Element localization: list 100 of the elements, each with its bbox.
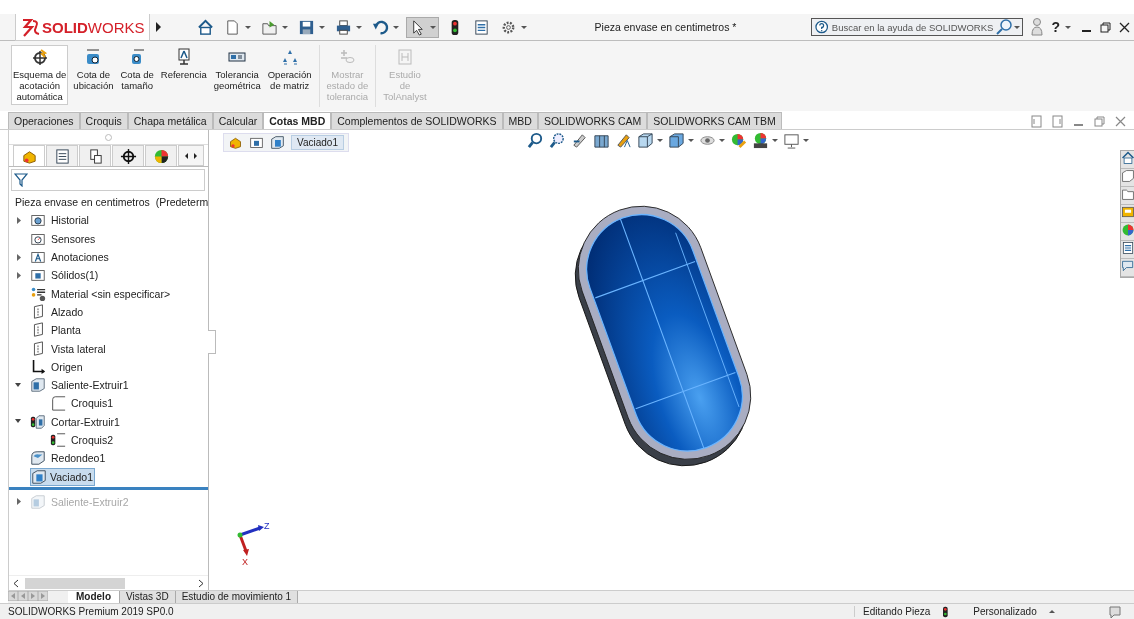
- dropdown-caret-icon[interactable]: [803, 139, 809, 142]
- panel-tab[interactable]: [79, 145, 111, 166]
- user-icon[interactable]: [1031, 18, 1044, 36]
- search-icon[interactable]: [996, 19, 1013, 35]
- ribbon-button[interactable]: Esquema de acotación automática: [11, 45, 69, 105]
- dropdown-caret-icon[interactable]: [772, 139, 778, 142]
- panel-tab[interactable]: [145, 145, 177, 166]
- task-pane-tab[interactable]: [1121, 223, 1134, 241]
- model-tab[interactable]: Estudio de movimiento 1: [175, 591, 299, 603]
- tile-left-icon[interactable]: [1031, 115, 1042, 128]
- model-tab[interactable]: Vistas 3D: [120, 591, 176, 603]
- task-pane-tab[interactable]: [1121, 169, 1134, 187]
- scene-icon[interactable]: [752, 132, 769, 149]
- panel-handle[interactable]: [208, 330, 216, 354]
- scroll-right-icon[interactable]: [198, 578, 204, 588]
- dropdown-caret-icon[interactable]: [355, 25, 362, 29]
- tile-right-icon[interactable]: [1052, 115, 1063, 128]
- restore-icon[interactable]: [1100, 21, 1111, 33]
- filter-field[interactable]: [11, 169, 205, 191]
- rollback-bar[interactable]: [9, 486, 208, 490]
- panel-tab[interactable]: [112, 145, 144, 166]
- task-pane-tab[interactable]: [1121, 241, 1134, 259]
- cube-icon[interactable]: [668, 132, 685, 149]
- dimension-tool-icon: [280, 48, 299, 66]
- task-pane-tab[interactable]: [1121, 205, 1134, 223]
- tree-item[interactable]: Origen: [50, 359, 84, 374]
- expand-arrow-icon[interactable]: [15, 253, 22, 261]
- dimension-tool-icon: [395, 48, 414, 66]
- zoom-icon[interactable]: [527, 132, 544, 149]
- command-tab[interactable]: MBD: [502, 112, 538, 129]
- breadcrumb-bar[interactable]: Vaciado1: [223, 133, 349, 152]
- command-tab[interactable]: Calcular: [212, 112, 264, 129]
- command-tab[interactable]: Operaciones: [8, 112, 80, 129]
- scroll-left-icon[interactable]: [13, 578, 19, 588]
- tree-item[interactable]: Alzado: [50, 304, 85, 319]
- task-pane-tab[interactable]: [1121, 259, 1134, 277]
- chat-icon[interactable]: [1109, 605, 1121, 618]
- ribbon-button[interactable]: Referencia: [158, 45, 209, 83]
- dropdown-caret-icon[interactable]: [392, 25, 399, 29]
- command-tab[interactable]: Complementos de SOLIDWORKS: [331, 112, 503, 129]
- toolbar-button[interactable]: [405, 16, 439, 38]
- dropdown-caret-icon[interactable]: [657, 139, 663, 142]
- close-icon[interactable]: [1119, 21, 1130, 33]
- tree-item[interactable]: Cortar-Extruir1: [50, 414, 121, 429]
- scrollbar-thumb[interactable]: [25, 577, 125, 589]
- cube-icon[interactable]: [637, 132, 654, 149]
- dropdown-caret-icon[interactable]: [1065, 25, 1071, 29]
- expand-arrow-icon[interactable]: [15, 271, 22, 279]
- dropdown-caret-icon[interactable]: [318, 25, 325, 29]
- ribbon-button[interactable]: Operación de matriz: [265, 45, 314, 94]
- axis-label: X: [242, 557, 248, 567]
- command-tab[interactable]: Chapa metálica: [127, 112, 213, 129]
- tree-item[interactable]: Saliente-Extruir1: [50, 378, 130, 393]
- tree-item[interactable]: Redondeo1: [50, 451, 107, 466]
- filter-icon[interactable]: [14, 173, 28, 187]
- tab-scroll-button[interactable]: [178, 145, 204, 166]
- previous-view-icon[interactable]: [571, 132, 588, 149]
- command-tab[interactable]: Cotas MBD: [263, 112, 332, 129]
- breadcrumb-item[interactable]: Vaciado1: [291, 135, 344, 150]
- tree-item[interactable]: Sensores: [50, 231, 97, 246]
- tree-item[interactable]: Croquis2: [70, 433, 115, 447]
- zoom-area-icon[interactable]: [549, 132, 566, 149]
- color-wheel-icon[interactable]: [730, 132, 747, 149]
- ribbon-button[interactable]: Cota de tamaño: [118, 45, 156, 94]
- search-field[interactable]: Buscar en la ayuda de SOLIDWORKS: [811, 18, 1024, 36]
- status-text: Editando Pieza: [854, 606, 937, 617]
- solidworks-logo[interactable]: SOLIDWORKS: [15, 14, 150, 41]
- tree-item[interactable]: Sólidos(1): [50, 268, 100, 283]
- model-tab[interactable]: Modelo: [68, 591, 120, 603]
- command-tab[interactable]: Croquis: [79, 112, 128, 129]
- dropdown-caret-icon[interactable]: [429, 25, 436, 29]
- tree-item[interactable]: Croquis1: [70, 396, 115, 411]
- tree-item[interactable]: Anotaciones: [50, 250, 110, 265]
- dropdown-caret-icon[interactable]: [688, 139, 694, 142]
- section-view-icon[interactable]: [593, 132, 610, 149]
- tree-item[interactable]: Vista lateral: [50, 341, 107, 356]
- command-tab[interactable]: SOLIDWORKS CAM TBM: [647, 112, 782, 129]
- dropdown-caret-icon[interactable]: [1014, 25, 1021, 29]
- dropdown-caret-icon[interactable]: [244, 25, 251, 29]
- tree-item[interactable]: Material <sin especificar>: [50, 286, 172, 301]
- dropdown-caret-icon[interactable]: [719, 139, 725, 142]
- pencil-icon[interactable]: [615, 132, 632, 149]
- monitor-icon[interactable]: [783, 132, 800, 149]
- task-pane-tab[interactable]: [1121, 151, 1134, 169]
- expand-arrow-icon[interactable]: [15, 216, 22, 224]
- tree-item[interactable]: Planta: [50, 323, 82, 338]
- task-pane-tab[interactable]: [1121, 187, 1134, 205]
- document-title: Pieza envase en centimetros *: [593, 21, 738, 33]
- up-caret-icon[interactable]: [1049, 609, 1055, 614]
- tree-item[interactable]: Pieza envase en centimetros (Predeterm: [14, 195, 208, 210]
- expand-menu-icon[interactable]: [155, 22, 162, 32]
- unit-system-button[interactable]: Personalizado: [969, 606, 1041, 617]
- dropdown-caret-icon[interactable]: [281, 25, 288, 29]
- help-menu-button[interactable]: ?: [1051, 19, 1071, 35]
- ribbon-button[interactable]: Tolerancia geométrica: [211, 45, 263, 94]
- collapse-arrow-icon[interactable]: [15, 381, 22, 389]
- dropdown-caret-icon[interactable]: [520, 25, 527, 29]
- ribbon-button[interactable]: Cota de ubicación: [71, 45, 116, 94]
- command-tab[interactable]: SOLIDWORKS CAM: [537, 112, 648, 129]
- tree-item[interactable]: Historial: [50, 213, 90, 228]
